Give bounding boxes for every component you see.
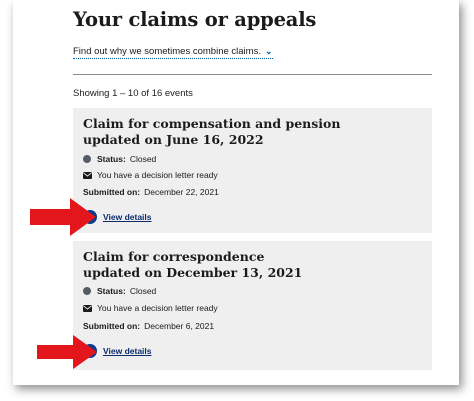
envelope-icon — [83, 304, 92, 312]
claim-title-line1: Claim for compensation and pension — [83, 116, 341, 131]
status-value: Closed — [129, 286, 157, 296]
status-label: Status: — [97, 286, 126, 296]
red-arrow-annotation-icon — [30, 198, 96, 236]
page-title: Your claims or appeals — [73, 8, 317, 31]
red-arrow-annotation-icon — [37, 335, 97, 369]
chevron-down-icon: ⌄ — [264, 46, 273, 56]
view-details-label: View details — [103, 212, 152, 222]
claim-title-line1: Claim for correspondence — [83, 249, 265, 264]
submitted-value: December 6, 2021 — [144, 321, 215, 331]
screenshot-frame: Your claims or appeals Find out why we s… — [13, 0, 459, 385]
decision-text: You have a decision letter ready — [97, 303, 218, 313]
submitted-row: Submitted on: December 22, 2021 — [83, 187, 219, 197]
claim-title: Claim for correspondence updated on Dece… — [83, 249, 302, 281]
claim-card: Claim for compensation and pension updat… — [73, 108, 432, 233]
status-row: Status: Closed — [83, 154, 156, 164]
decision-row: You have a decision letter ready — [83, 303, 218, 313]
claim-card: Claim for correspondence updated on Dece… — [73, 241, 432, 370]
status-dot-icon — [83, 287, 91, 295]
combine-claims-label: Find out why we sometimes combine claims… — [73, 46, 261, 57]
decision-text: You have a decision letter ready — [97, 170, 218, 180]
envelope-icon — [83, 171, 92, 179]
divider — [73, 74, 432, 75]
submitted-row: Submitted on: December 6, 2021 — [83, 321, 214, 331]
combine-claims-link[interactable]: Find out why we sometimes combine claims… — [73, 46, 273, 59]
claim-title-line2: updated on December 13, 2021 — [83, 265, 303, 280]
results-count: Showing 1 – 10 of 16 events — [73, 88, 193, 99]
submitted-label: Submitted on: — [83, 321, 141, 331]
claim-title-line2: updated on June 16, 2022 — [83, 132, 264, 147]
status-label: Status: — [97, 154, 126, 164]
view-details-label: View details — [103, 346, 152, 356]
status-value: Closed — [129, 154, 157, 164]
status-row: Status: Closed — [83, 286, 156, 296]
decision-row: You have a decision letter ready — [83, 170, 218, 180]
claim-title: Claim for compensation and pension updat… — [83, 116, 340, 148]
submitted-value: December 22, 2021 — [144, 187, 219, 197]
status-dot-icon — [83, 155, 91, 163]
